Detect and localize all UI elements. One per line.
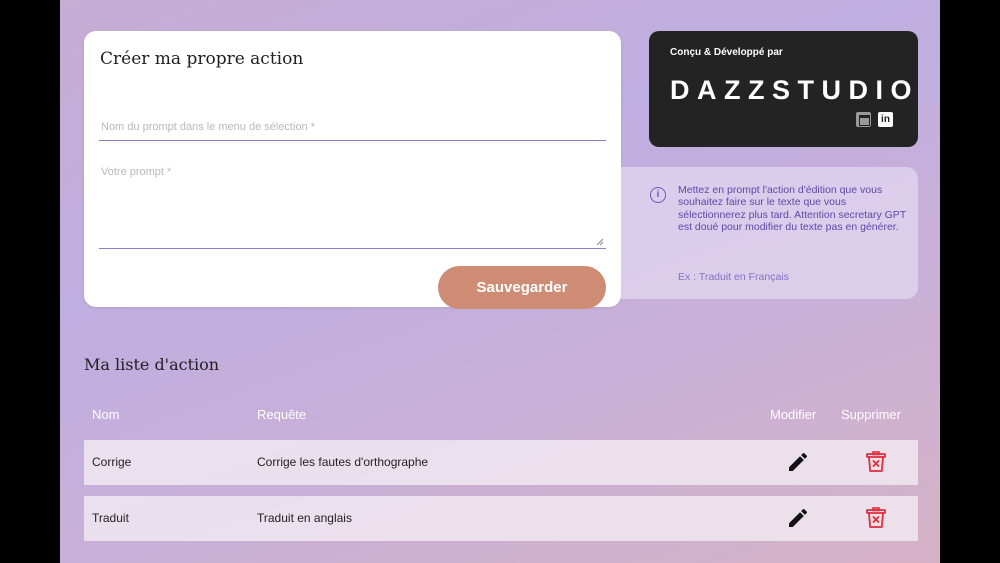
column-header-delete: Supprimer bbox=[841, 407, 901, 422]
column-header-name: Nom bbox=[92, 407, 120, 422]
brand-logo: DAZZSTUDIO bbox=[670, 75, 919, 105]
brand-caption: Conçu & Développé par bbox=[670, 47, 783, 58]
row-name-cell: Corrige bbox=[92, 455, 132, 469]
trash-icon bbox=[866, 451, 886, 472]
pencil-icon bbox=[789, 508, 808, 527]
save-button[interactable]: Sauvegarder bbox=[438, 266, 606, 309]
info-icon: i bbox=[650, 187, 666, 203]
info-example: Ex : Traduit en Français bbox=[678, 271, 789, 283]
table-row: Corrige Corrige les fautes d'orthographe bbox=[84, 440, 918, 485]
action-list-title: Ma liste d'action bbox=[84, 355, 220, 374]
row-request-cell: Traduit en anglais bbox=[257, 511, 352, 525]
delete-button[interactable] bbox=[864, 506, 888, 530]
trash-icon bbox=[866, 507, 886, 528]
create-action-title: Créer ma propre action bbox=[100, 49, 304, 69]
prompt-name-input[interactable] bbox=[99, 113, 606, 141]
info-text: Mettez en prompt l'action d'édition que … bbox=[678, 184, 907, 233]
row-name-cell: Traduit bbox=[92, 511, 129, 525]
row-request-cell: Corrige les fautes d'orthographe bbox=[257, 455, 429, 469]
brand-card: Conçu & Développé par DAZZSTUDIO in bbox=[649, 31, 918, 147]
app-window: Créer ma propre action Sauvegarder Conçu… bbox=[60, 0, 940, 563]
edit-button[interactable] bbox=[786, 506, 810, 530]
resize-grip-icon[interactable] bbox=[596, 238, 604, 246]
prompt-text-input[interactable] bbox=[99, 161, 606, 249]
table-row: Traduit Traduit en anglais bbox=[84, 496, 918, 541]
info-card: i Mettez en prompt l'action d'édition qu… bbox=[621, 167, 918, 299]
website-icon[interactable] bbox=[856, 112, 871, 127]
linkedin-icon[interactable]: in bbox=[878, 112, 893, 127]
column-header-edit: Modifier bbox=[770, 407, 817, 422]
edit-button[interactable] bbox=[786, 450, 810, 474]
column-header-request: Requête bbox=[257, 407, 307, 422]
pencil-icon bbox=[789, 452, 808, 471]
delete-button[interactable] bbox=[864, 450, 888, 474]
create-action-card: Créer ma propre action Sauvegarder bbox=[84, 31, 621, 309]
